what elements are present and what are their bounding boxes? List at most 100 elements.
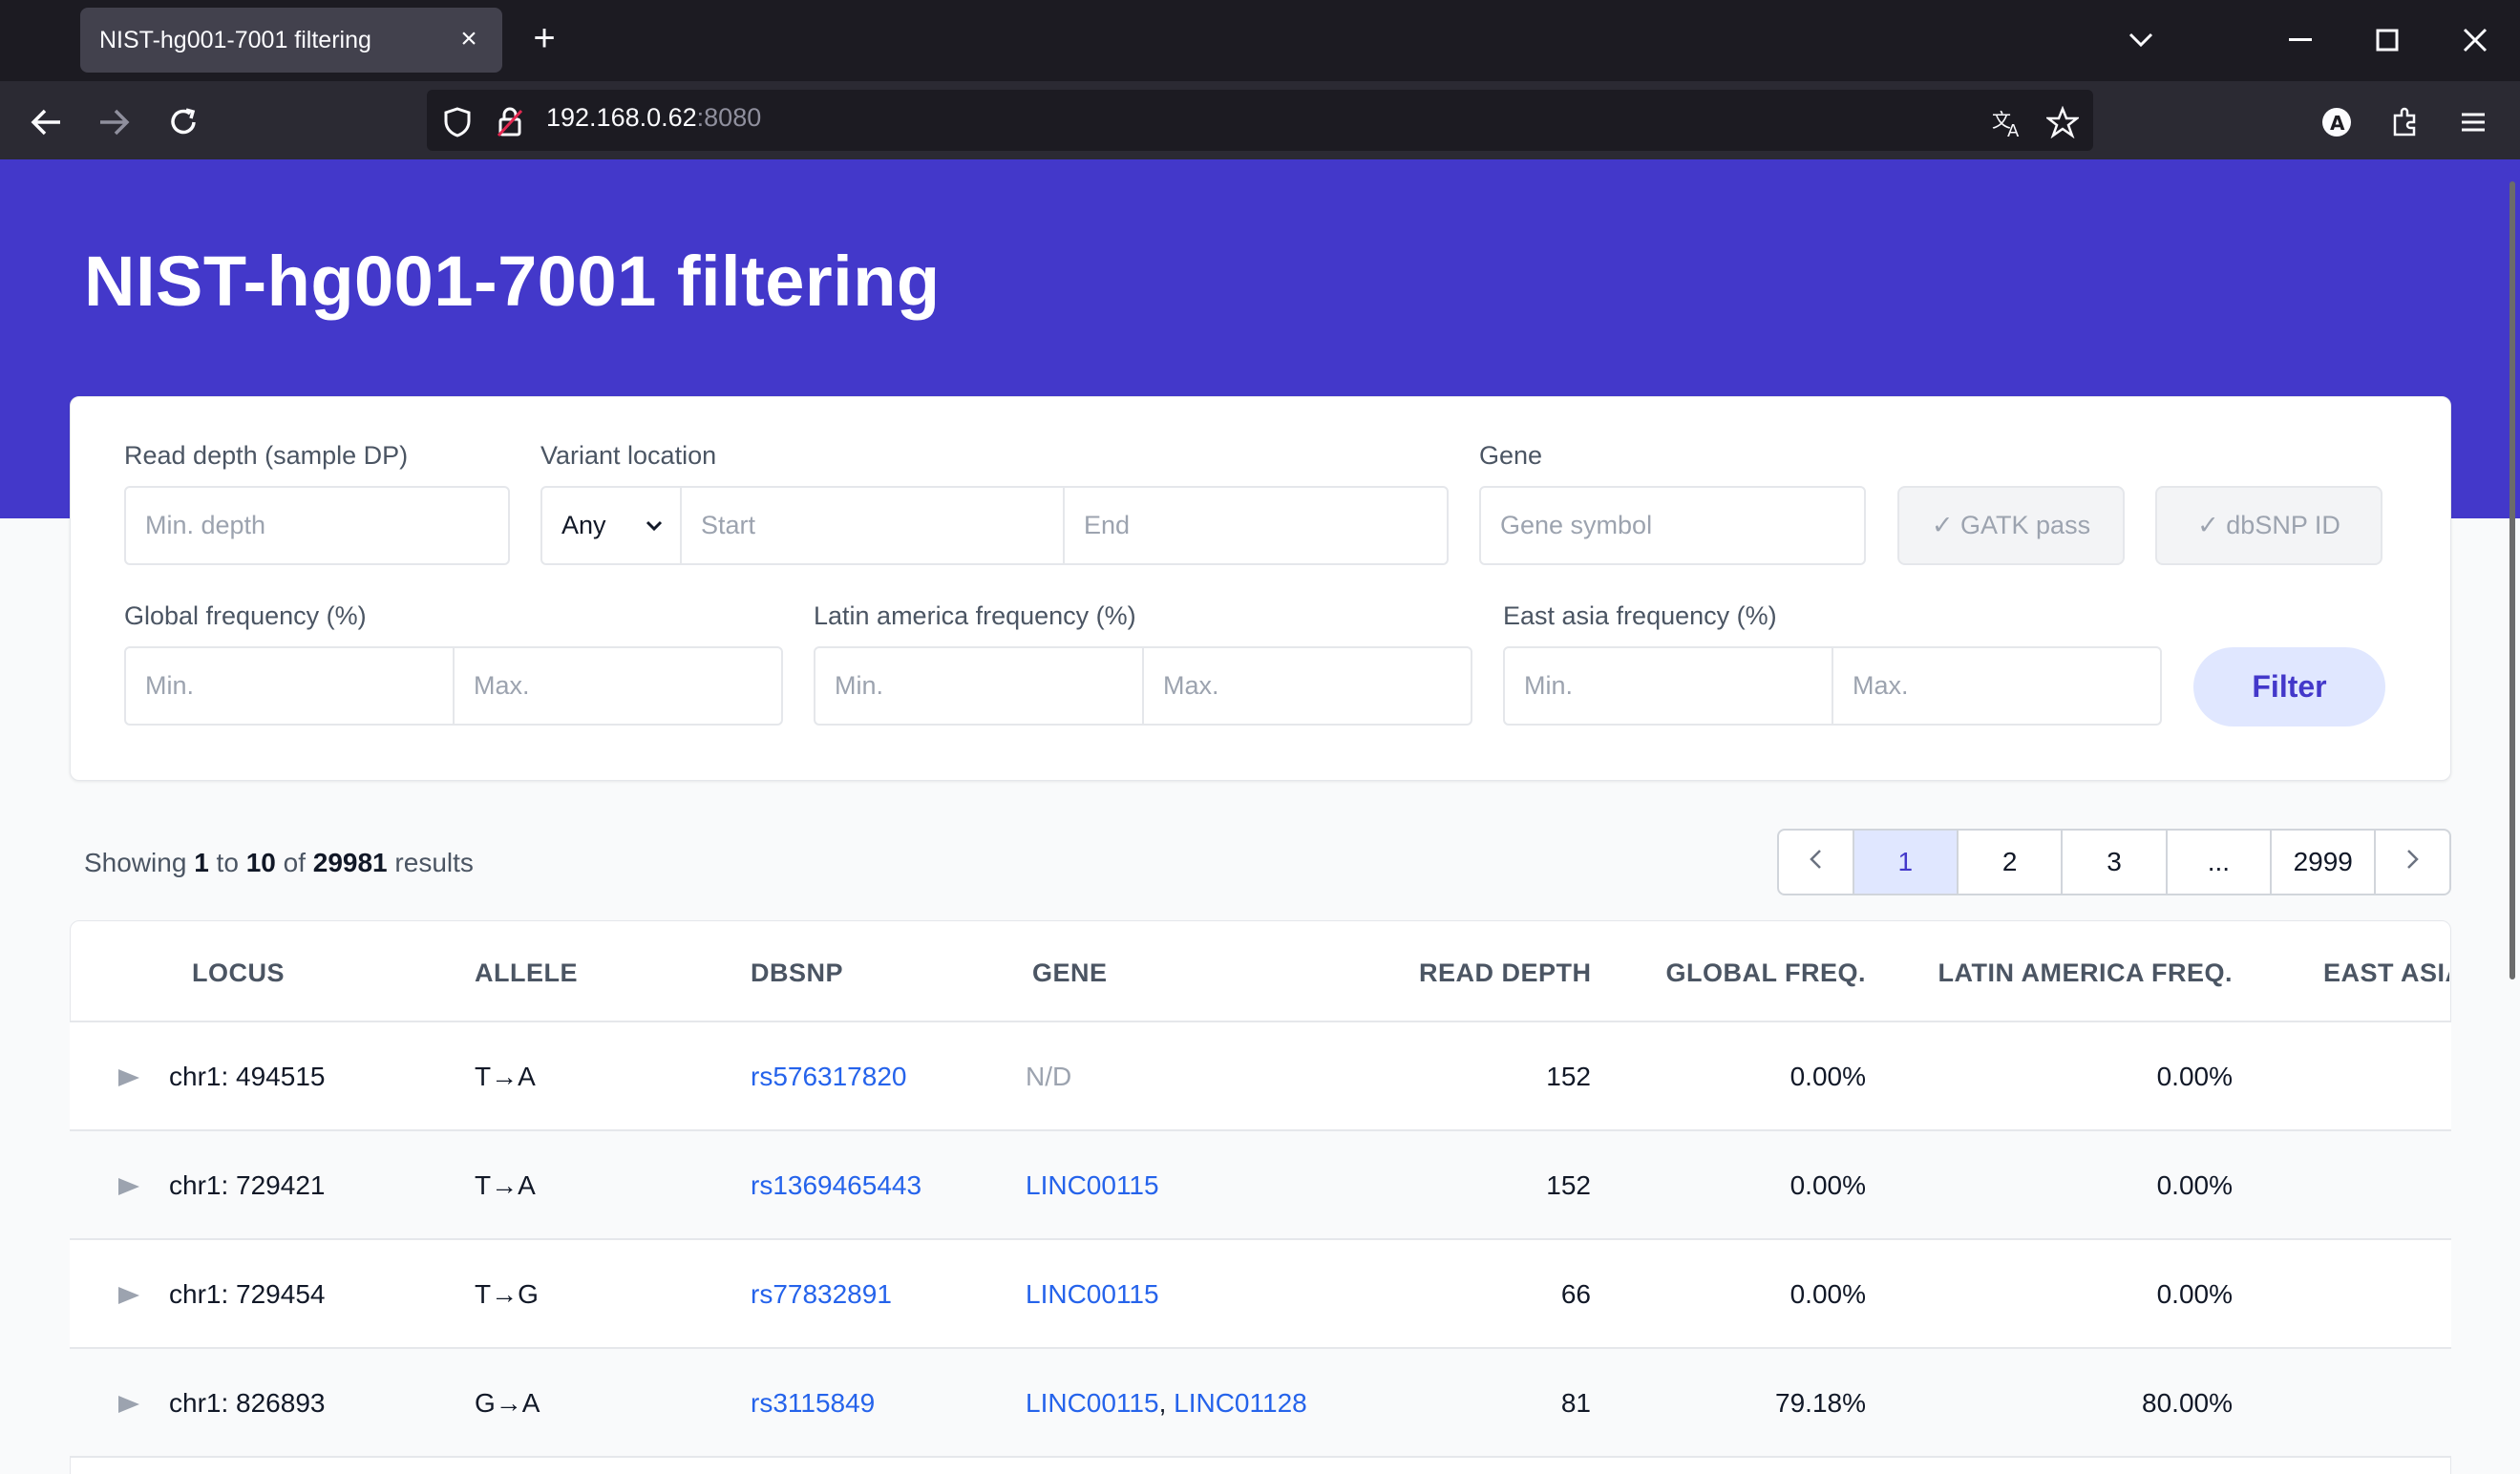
extensions-icon[interactable]	[2382, 99, 2428, 145]
results-to-word: to	[216, 848, 239, 877]
column-header-locus[interactable]: LOCUS	[192, 958, 285, 988]
column-header-allele[interactable]: ALLELE	[475, 958, 578, 988]
cell-read-depth: 152	[1546, 1062, 1591, 1091]
menu-icon[interactable]	[2450, 99, 2496, 145]
east-asia-freq-max-input[interactable]: Max.	[1833, 646, 2162, 726]
next-page-button[interactable]	[2376, 831, 2449, 894]
dbsnp-link[interactable]: rs1369465443	[751, 1170, 921, 1201]
column-header-east-asia-freq[interactable]: EAST ASIA	[2323, 958, 2449, 988]
scrollbar[interactable]	[2509, 181, 2515, 979]
maximize-icon[interactable]	[2364, 17, 2410, 63]
filter-button[interactable]: Filter	[2193, 647, 2385, 726]
cell-global-freq: 0.00%	[1789, 1279, 1866, 1309]
account-avatar-icon[interactable]: A	[2314, 99, 2360, 145]
url-host: 192.168.0.62	[546, 103, 697, 132]
insecure-lock-icon[interactable]	[487, 99, 533, 145]
prev-page-button[interactable]	[1779, 831, 1854, 894]
cell-locus: chr1: 826893	[169, 1388, 326, 1418]
dbsnp-id-toggle[interactable]: ✓ dbSNP ID	[2155, 486, 2382, 565]
gene-link[interactable]: LINC00115	[1026, 1279, 1159, 1310]
location-select[interactable]: Any	[540, 486, 682, 565]
results-summary: Showing 1 to 10 of 29981 results	[84, 848, 474, 878]
translate-icon[interactable]: 文A	[1984, 99, 2030, 145]
gene-separator: ,	[1158, 1388, 1175, 1418]
page-title: NIST-hg001-7001 filtering	[84, 242, 941, 321]
gene-placeholder: Gene symbol	[1500, 511, 1653, 539]
gene-link[interactable]: LINC00115	[1026, 1170, 1159, 1201]
read-depth-placeholder: Min. depth	[145, 511, 266, 539]
url-text[interactable]: 192.168.0.62:8080	[546, 103, 761, 133]
column-header-read-depth[interactable]: READ DEPTH	[1419, 958, 1591, 988]
dbsnp-link[interactable]: rs77832891	[751, 1279, 892, 1310]
reload-icon[interactable]	[160, 99, 206, 145]
column-header-gene[interactable]: GENE	[1032, 958, 1108, 988]
chevron-right-icon	[2405, 847, 2421, 877]
results-from: 1	[194, 848, 209, 877]
dbsnp-link[interactable]: rs3115849	[751, 1388, 875, 1419]
page-2999-button[interactable]: 2999	[2272, 831, 2377, 894]
browser-tab[interactable]: NIST-hg001-7001 filtering ×	[80, 8, 502, 73]
read-depth-input[interactable]: Min. depth	[124, 486, 510, 565]
column-header-latin-america-freq[interactable]: LATIN AMERICA FREQ.	[1898, 958, 2233, 988]
close-window-icon[interactable]	[2452, 17, 2498, 63]
gene-link[interactable]: LINC01128	[1174, 1388, 1307, 1418]
east-asia-frequency-label: East asia frequency (%)	[1503, 601, 1777, 630]
cell-latin-freq: 80.00%	[2142, 1388, 2233, 1418]
expand-row-icon[interactable]	[118, 1178, 139, 1195]
min-placeholder: Min.	[1524, 671, 1574, 700]
global-freq-min-input[interactable]: Min.	[124, 646, 455, 726]
east-asia-freq-min-input[interactable]: Min.	[1503, 646, 1833, 726]
variant-location-label: Variant location	[540, 441, 717, 470]
list-all-tabs-icon[interactable]	[2118, 17, 2164, 63]
expand-row-icon[interactable]	[118, 1396, 139, 1413]
svg-text:A: A	[2330, 112, 2345, 135]
new-tab-icon[interactable]: +	[523, 19, 565, 61]
row-divider	[70, 1456, 2451, 1458]
cell-gene: N/D	[1026, 1062, 1072, 1091]
minimize-icon[interactable]	[2277, 17, 2323, 63]
results-prefix: Showing	[84, 848, 187, 877]
gatk-pass-toggle[interactable]: ✓ GATK pass	[1897, 486, 2125, 565]
min-placeholder: Min.	[835, 671, 884, 700]
cell-latin-freq: 0.00%	[2156, 1062, 2233, 1091]
results-suffix: results	[394, 848, 474, 877]
latin-america-frequency-label: Latin america frequency (%)	[814, 601, 1136, 630]
latin-freq-min-input[interactable]: Min.	[814, 646, 1144, 726]
read-depth-label: Read depth (sample DP)	[124, 441, 409, 470]
chevron-left-icon	[1808, 847, 1823, 877]
gene-label: Gene	[1479, 441, 1543, 470]
column-header-dbsnp[interactable]: DBSNP	[751, 958, 843, 988]
location-start-input[interactable]: Start	[682, 486, 1065, 565]
page-ellipsis: ...	[2168, 831, 2273, 894]
min-placeholder: Min.	[145, 671, 195, 700]
global-freq-max-input[interactable]: Max.	[455, 646, 783, 726]
cell-global-freq: 0.00%	[1789, 1170, 1866, 1200]
cell-locus: chr1: 494515	[169, 1062, 326, 1091]
results-total: 29981	[312, 848, 388, 877]
page-1-button[interactable]: 1	[1853, 831, 1959, 894]
gene-symbol-input[interactable]: Gene symbol	[1479, 486, 1866, 565]
global-frequency-label: Global frequency (%)	[124, 601, 367, 630]
expand-row-icon[interactable]	[118, 1287, 139, 1304]
cell-global-freq: 0.00%	[1789, 1062, 1866, 1091]
max-placeholder: Max.	[1853, 671, 1909, 700]
page-2-button[interactable]: 2	[1959, 831, 2064, 894]
column-header-global-freq[interactable]: GLOBAL FREQ.	[1637, 958, 1866, 988]
bookmark-star-icon[interactable]	[2040, 99, 2086, 145]
back-icon[interactable]	[23, 99, 69, 145]
cell-allele: T→A	[475, 1062, 536, 1091]
cell-latin-freq: 0.00%	[2156, 1170, 2233, 1200]
close-tab-icon[interactable]: ×	[453, 23, 485, 55]
forward-icon[interactable]	[92, 99, 138, 145]
page-3-button[interactable]: 3	[2063, 831, 2168, 894]
cell-locus: chr1: 729454	[169, 1279, 326, 1309]
gene-link[interactable]: LINC00115	[1026, 1388, 1159, 1418]
expand-row-icon[interactable]	[118, 1069, 139, 1086]
dbsnp-link[interactable]: rs576317820	[751, 1062, 906, 1092]
shield-icon[interactable]	[434, 99, 480, 145]
browser-tab-title: NIST-hg001-7001 filtering	[99, 26, 371, 53]
latin-freq-max-input[interactable]: Max.	[1144, 646, 1472, 726]
pagination: 1 2 3 ... 2999	[1777, 829, 2451, 895]
location-select-value: Any	[561, 511, 606, 539]
location-end-input[interactable]: End	[1065, 486, 1449, 565]
